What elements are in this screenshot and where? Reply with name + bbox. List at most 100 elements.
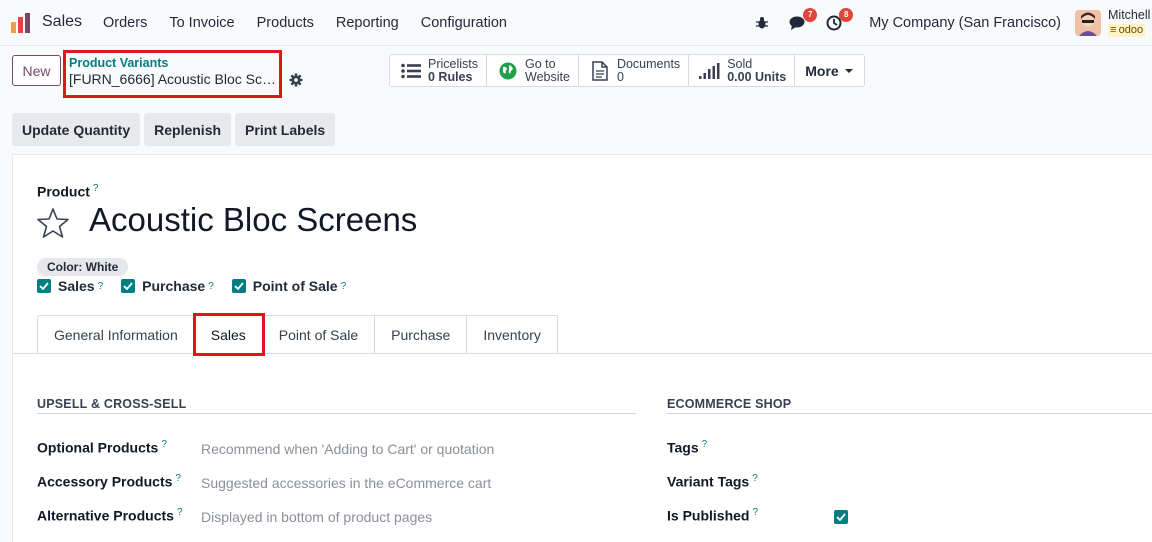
document-icon — [589, 60, 611, 82]
list-icon — [400, 60, 422, 82]
bar-chart-icon — [699, 60, 721, 82]
gear-icon[interactable] — [289, 73, 303, 87]
debug-icon[interactable] — [749, 10, 775, 36]
sold-value: 0.00 Units — [727, 69, 787, 84]
new-button[interactable]: New — [12, 55, 61, 86]
help-icon[interactable]: ? — [752, 507, 758, 518]
go-to-label: Go to — [525, 56, 556, 71]
user-name: Mitchell Admin — [1108, 9, 1152, 22]
smart-buttons: Pricelists 0 Rules Go to Website Documents… — [389, 54, 865, 87]
print-labels-button[interactable]: Print Labels — [235, 113, 336, 146]
go-to-website-button[interactable]: Go to Website — [487, 55, 579, 86]
notebook-tabs: General Information Sales Point of Sale … — [37, 313, 558, 356]
more-button[interactable]: More — [795, 55, 863, 86]
check-icon — [836, 513, 846, 521]
pricelists-label: Pricelists — [428, 56, 479, 71]
activity-badge: 8 — [839, 8, 854, 22]
tags-label: Tags? — [667, 439, 707, 456]
help-icon[interactable]: ? — [98, 281, 104, 292]
documents-count: 0 — [616, 69, 624, 84]
app-name[interactable]: Sales — [42, 13, 82, 31]
menu-configuration[interactable]: Configuration — [421, 15, 507, 31]
caret-down-icon — [844, 68, 853, 73]
help-icon[interactable]: ? — [702, 439, 708, 450]
menu-reporting[interactable]: Reporting — [336, 15, 399, 31]
documents-label: Documents — [616, 56, 681, 71]
sales-checkbox[interactable]: Sales? — [37, 278, 103, 294]
help-icon[interactable]: ? — [161, 439, 167, 450]
attribute-tag: Color: White — [37, 258, 129, 276]
help-icon[interactable]: ? — [175, 473, 181, 484]
optional-products-input[interactable]: Recommend when 'Adding to Cart' or quota… — [201, 441, 494, 457]
pricelists-button[interactable]: Pricelists 0 Rules — [390, 55, 488, 86]
breadcrumb: Product Variants [FURN_6666] Acoustic Bl… — [63, 50, 282, 98]
ecommerce-section-rule — [667, 413, 1152, 414]
tags-label-text: Tags — [667, 439, 699, 456]
database-name: ≡ odoo — [1108, 24, 1146, 37]
avatar[interactable] — [1075, 10, 1101, 36]
sales-checkbox-label: Sales — [58, 278, 95, 294]
tab-purchase[interactable]: Purchase — [375, 315, 468, 354]
tab-point-of-sale[interactable]: Point of Sale — [262, 315, 376, 354]
pricelists-value: 0 Rules — [428, 69, 473, 84]
action-bar: Update Quantity Replenish Print Labels — [12, 113, 336, 146]
variant-tags-label: Variant Tags? — [667, 473, 758, 490]
alternative-products-input[interactable]: Displayed in bottom of product pages — [201, 509, 432, 525]
product-label-text: Product — [37, 183, 90, 200]
accessory-products-label-text: Accessory Products — [37, 473, 173, 490]
check-icon — [231, 279, 246, 293]
documents-button[interactable]: Documents 0 — [579, 55, 690, 86]
ecommerce-section-title: ECOMMERCE SHOP — [667, 397, 792, 411]
activity-clock-icon[interactable]: 8 — [821, 8, 854, 36]
replenish-button[interactable]: Replenish — [144, 113, 232, 146]
optional-products-label-text: Optional Products — [37, 439, 159, 456]
product-name[interactable]: Acoustic Bloc Screens — [89, 201, 417, 239]
help-icon[interactable]: ? — [93, 183, 99, 194]
check-icon — [37, 279, 51, 293]
tab-sales[interactable]: Sales — [192, 313, 265, 356]
main-menu: Orders To Invoice Products Reporting Con… — [103, 15, 529, 31]
breadcrumb-current-record: [FURN_6666] Acoustic Bloc Screens — [69, 71, 277, 87]
favorite-star-icon[interactable] — [37, 207, 69, 239]
database-name-text: odoo — [1118, 24, 1144, 36]
sold-button[interactable]: Sold 0.00 Units — [689, 55, 796, 86]
website-label: Website — [525, 69, 570, 84]
help-icon[interactable]: ? — [341, 281, 347, 292]
chat-badge: 7 — [803, 8, 818, 22]
help-icon[interactable]: ? — [177, 507, 183, 518]
help-icon[interactable]: ? — [752, 473, 758, 484]
is-published-label-text: Is Published — [667, 507, 750, 524]
menu-to-invoice[interactable]: To Invoice — [169, 15, 234, 31]
upsell-section-rule — [37, 413, 636, 414]
sales-app-icon[interactable] — [11, 13, 31, 33]
company-switcher[interactable]: My Company (San Francisco) — [869, 15, 1061, 31]
chat-icon[interactable]: 7 — [785, 8, 818, 36]
tab-inventory[interactable]: Inventory — [467, 315, 558, 354]
globe-icon — [497, 60, 519, 82]
help-icon[interactable]: ? — [208, 281, 214, 292]
purchase-checkbox-label: Purchase — [142, 278, 206, 294]
top-navbar: Sales Orders To Invoice Products Reporti… — [0, 0, 1152, 46]
update-quantity-button[interactable]: Update Quantity — [12, 113, 141, 146]
is-published-label: Is Published? — [667, 507, 758, 524]
variant-tags-label-text: Variant Tags — [667, 473, 750, 490]
more-label: More — [805, 62, 839, 79]
is-published-checkbox[interactable] — [834, 510, 848, 524]
alternative-products-label: Alternative Products? — [37, 507, 183, 524]
upsell-section-title: UPSELL & CROSS-SELL — [37, 397, 187, 411]
product-type-checkboxes: Sales? Purchase? Point of Sale? — [37, 278, 364, 294]
optional-products-label: Optional Products? — [37, 439, 167, 456]
check-icon — [121, 279, 136, 293]
alternative-products-label-text: Alternative Products — [37, 507, 174, 524]
breadcrumb-product-variants[interactable]: Product Variants — [69, 56, 279, 70]
accessory-products-label: Accessory Products? — [37, 473, 181, 490]
accessory-products-input[interactable]: Suggested accessories in the eCommerce c… — [201, 475, 491, 491]
product-label: Product? — [37, 183, 98, 200]
point-of-sale-checkbox[interactable]: Point of Sale? — [231, 278, 347, 294]
menu-orders[interactable]: Orders — [103, 15, 147, 31]
navbar-systray: 7 8 My Company (San Francisco) Mitchell … — [749, 8, 1152, 37]
tab-general-information[interactable]: General Information — [37, 315, 195, 354]
purchase-checkbox[interactable]: Purchase? — [121, 278, 214, 294]
menu-products[interactable]: Products — [257, 15, 314, 31]
user-menu[interactable]: Mitchell Admin ≡ odoo — [1108, 9, 1152, 37]
